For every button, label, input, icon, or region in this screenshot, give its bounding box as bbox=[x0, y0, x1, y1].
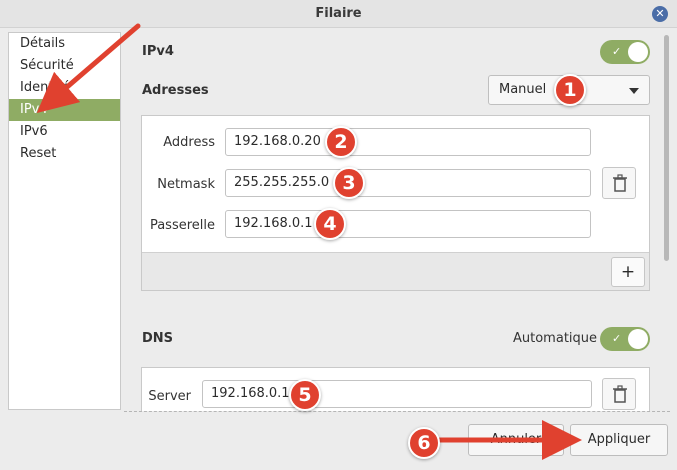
step-badge-5: 5 bbox=[289, 379, 321, 411]
check-icon: ✓ bbox=[612, 332, 622, 345]
chevron-down-icon bbox=[629, 88, 639, 94]
apply-button[interactable]: Appliquer bbox=[570, 424, 668, 456]
delete-dns-button[interactable] bbox=[602, 378, 636, 410]
step-badge-1: 1 bbox=[554, 74, 586, 106]
address-panel-footer: + bbox=[142, 252, 649, 290]
step-badge-3: 3 bbox=[333, 167, 365, 199]
dns-automatic-toggle[interactable]: ✓ bbox=[600, 327, 650, 351]
trash-icon bbox=[613, 174, 627, 192]
step-badge-6: 6 bbox=[408, 427, 440, 459]
dns-panel: Server 192.168.0.1 bbox=[141, 367, 650, 411]
cancel-button[interactable]: Annuler bbox=[468, 424, 564, 456]
ipv4-toggle[interactable]: ✓ bbox=[600, 40, 650, 64]
window-title: Filaire bbox=[315, 6, 362, 21]
sidebar-item-details[interactable]: Détails bbox=[9, 33, 120, 55]
check-icon: ✓ bbox=[612, 45, 622, 58]
netmask-label: Netmask bbox=[157, 177, 215, 192]
sidebar-item-identity[interactable]: Identité bbox=[9, 77, 120, 99]
step-badge-4: 4 bbox=[314, 208, 346, 240]
address-panel: Address 192.168.0.20 Netmask 255.255.255… bbox=[141, 115, 650, 291]
delete-address-button[interactable] bbox=[602, 167, 636, 199]
netmask-field[interactable]: 255.255.255.0 bbox=[225, 169, 591, 197]
dns-server-field[interactable]: 192.168.0.1 bbox=[202, 380, 592, 408]
sidebar-item-ipv4[interactable]: IPv4 bbox=[9, 99, 120, 121]
gateway-field[interactable]: 192.168.0.1 bbox=[225, 210, 591, 238]
server-label: Server bbox=[148, 389, 191, 404]
step-badge-2: 2 bbox=[325, 126, 357, 158]
scrollbar[interactable] bbox=[664, 35, 669, 261]
address-field[interactable]: 192.168.0.20 bbox=[225, 128, 591, 156]
sidebar: Détails Sécurité Identité IPv4 IPv6 Rese… bbox=[8, 32, 121, 410]
sidebar-item-ipv6[interactable]: IPv6 bbox=[9, 121, 120, 143]
trash-icon bbox=[613, 385, 627, 403]
address-label: Address bbox=[163, 135, 215, 150]
ipv4-label: IPv4 bbox=[142, 44, 174, 59]
sidebar-item-security[interactable]: Sécurité bbox=[9, 55, 120, 77]
gateway-label: Passerelle bbox=[149, 218, 215, 233]
add-address-button[interactable]: + bbox=[611, 257, 645, 287]
toggle-knob bbox=[628, 329, 648, 349]
ipv4-settings-pane: IPv4 ✓ Adresses Manuel Address 192.168.0… bbox=[124, 29, 670, 411]
dns-label: DNS bbox=[142, 331, 174, 346]
address-method-value: Manuel bbox=[499, 82, 547, 97]
addresses-label: Adresses bbox=[142, 83, 209, 98]
toggle-knob bbox=[628, 42, 648, 62]
sidebar-item-reset[interactable]: Reset bbox=[9, 143, 120, 165]
close-icon[interactable]: ✕ bbox=[652, 6, 668, 22]
title-bar: Filaire ✕ bbox=[0, 0, 677, 28]
content-bottom-divider bbox=[124, 411, 670, 412]
dns-automatic-label: Automatique bbox=[513, 331, 598, 346]
